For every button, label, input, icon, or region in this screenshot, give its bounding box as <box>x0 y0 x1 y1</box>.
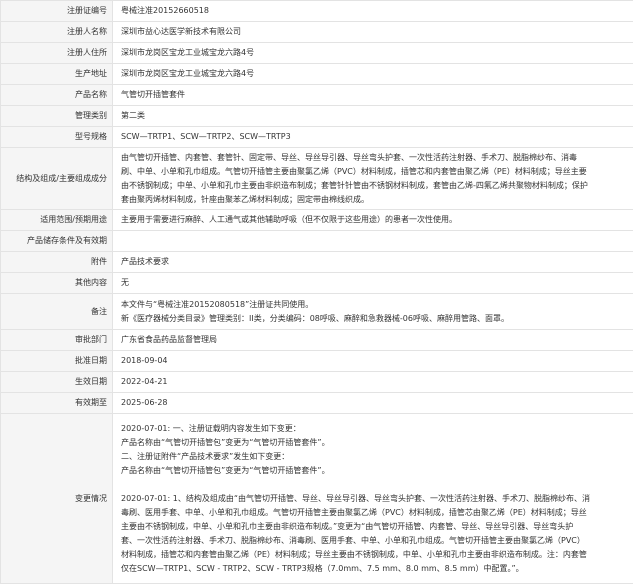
row-registration-number: 注册证编号 粤械注准20152660518 <box>0 0 633 22</box>
row-value: 气管切开插管套件 <box>112 84 633 106</box>
value-line: SCW—TRTP1、SCW—TRTP2、SCW—TRTP3 <box>121 132 291 141</box>
row-label: 适用范围/预期用途 <box>0 209 113 231</box>
row-registrant-name: 注册人名称 深圳市益心达医学新技术有限公司 <box>0 21 633 43</box>
row-label: 审批部门 <box>0 329 113 351</box>
row-intended-use: 适用范围/预期用途 主要用于需要进行麻醉、人工通气或其他辅助呼吸（但不仅限于这些… <box>0 209 633 231</box>
row-value: 广东省食品药品监督管理局 <box>112 329 633 351</box>
row-label: 产品储存条件及有效期 <box>0 230 113 252</box>
value-line: 套、一次性活药注射器、手术刀、脱脂棉纱布、消毒刷、医用手套、中单、小单和孔巾组成… <box>121 535 585 545</box>
row-label: 注册人住所 <box>0 42 113 64</box>
row-storage-validity: 产品储存条件及有效期 <box>0 230 633 252</box>
row-value: 无 <box>112 272 633 294</box>
value-line: 主要由不锈钢制成，中单、小单和孔巾主要由非织造布制成。”变更为“由气管切开插管、… <box>121 521 574 531</box>
row-value: 主要用于需要进行麻醉、人工通气或其他辅助呼吸（但不仅限于这些用途）的患者一次性使… <box>112 209 633 231</box>
row-label: 有效期至 <box>0 392 113 414</box>
row-label: 生效日期 <box>0 371 113 393</box>
value-line: 由气管切开插管、内套管、套管针、固定带、导丝、导丝导引器、导丝弯头护套、一次性活… <box>121 152 577 162</box>
registration-info-body: 注册证编号 粤械注准20152660518 注册人名称 深圳市益心达医学新技术有… <box>0 0 633 584</box>
row-value: 粤械注准20152660518 <box>112 0 633 22</box>
value-line: 主要用于需要进行麻醉、人工通气或其他辅助呼吸（但不仅限于这些用途）的患者一次性使… <box>121 215 457 224</box>
value-line: 2020-07-01: 1、结构及组成由“由气管切开插管、导丝、导丝导引器、导丝… <box>121 493 590 503</box>
row-value: 2022-04-21 <box>112 371 633 393</box>
row-label: 变更情况 <box>0 413 113 584</box>
value-line: 2020-07-01: 一、注册证载明内容发生如下变更： <box>121 423 301 433</box>
value-line: 产品名称由“气管切开插管包”变更为“气管切开插管套件”。 <box>121 465 330 475</box>
row-value: 2020-07-01: 一、注册证载明内容发生如下变更： 产品名称由“气管切开插… <box>112 413 633 584</box>
row-label: 其他内容 <box>0 272 113 294</box>
row-model-spec: 型号规格 SCW—TRTP1、SCW—TRTP2、SCW—TRTP3 <box>0 126 633 148</box>
row-label: 备注 <box>0 293 113 330</box>
value-line: 广东省食品药品监督管理局 <box>121 335 217 344</box>
row-management-category: 管理类别 第二类 <box>0 105 633 127</box>
row-label: 注册证编号 <box>0 0 113 22</box>
row-label: 管理类别 <box>0 105 113 127</box>
row-label: 批准日期 <box>0 350 113 372</box>
row-label: 型号规格 <box>0 126 113 148</box>
row-valid-until: 有效期至 2025-06-28 <box>0 392 633 414</box>
value-line: 2022-04-21 <box>121 377 168 386</box>
row-product-name: 产品名称 气管切开插管套件 <box>0 84 633 106</box>
row-structure-composition: 结构及组成/主要组成成分 由气管切开插管、内套管、套管针、固定带、导丝、导丝导引… <box>0 147 633 210</box>
registration-info-table: 注册证编号 粤械注准20152660518 注册人名称 深圳市益心达医学新技术有… <box>0 0 633 584</box>
row-value: SCW—TRTP1、SCW—TRTP2、SCW—TRTP3 <box>112 126 633 148</box>
row-value <box>112 230 633 252</box>
value-line: 由不锈钢制成；中单、小单和孔巾主要由非织造布制成；套管针针管由不锈钢材料制成，套… <box>121 180 588 190</box>
row-label: 产品名称 <box>0 84 113 106</box>
row-effective-date: 生效日期 2022-04-21 <box>0 371 633 393</box>
value-line: 新《医疗器械分类目录》管理类别：II类，分类编码：08呼吸、麻醉和急救器械-06… <box>121 313 509 323</box>
value-line: 毒刷、医用手套、中单、小单和孔巾组成。气管切开插管主要由聚氯乙烯（PVC）材料制… <box>121 507 587 517</box>
value-line-spacer <box>121 478 627 492</box>
value-line: 产品技术要求 <box>121 257 169 266</box>
row-other-content: 其他内容 无 <box>0 272 633 294</box>
value-line: 深圳市龙岗区宝龙工业城宝龙六路4号 <box>121 69 255 78</box>
row-value: 深圳市龙岗区宝龙工业城宝龙六路4号 <box>112 63 633 85</box>
value-line: 刷、中单、小单和孔巾组成。气管切开插管主要由聚氯乙烯（PVC）材料制成，插管芯和… <box>121 166 587 176</box>
value-line: 产品名称由“气管切开插管包”变更为“气管切开插管套件”。 <box>121 437 330 447</box>
row-remarks: 备注 本文件与“粤械注准20152080518”注册证共同使用。 新《医疗器械分… <box>0 293 633 330</box>
value-line: 2018-09-04 <box>121 356 168 365</box>
row-label: 结构及组成/主要组成成分 <box>0 147 113 210</box>
row-change-history: 变更情况 2020-07-01: 一、注册证载明内容发生如下变更： 产品名称由“… <box>0 413 633 584</box>
value-line: 2025-06-28 <box>121 398 168 407</box>
value-line: 二、注册证附件“产品技术要求”发生如下变更： <box>121 451 290 461</box>
row-value: 由气管切开插管、内套管、套管针、固定带、导丝、导丝导引器、导丝弯头护套、一次性活… <box>112 147 633 210</box>
row-value: 第二类 <box>112 105 633 127</box>
value-line: 本文件与“粤械注准20152080518”注册证共同使用。 <box>121 299 314 309</box>
row-production-address: 生产地址 深圳市龙岗区宝龙工业城宝龙六路4号 <box>0 63 633 85</box>
value-line: 无 <box>121 278 129 287</box>
value-line: 材料制成，插管芯和内套管由聚乙烯（PE）材料制成；导丝主要由不锈钢制成，中单、小… <box>121 549 587 559</box>
value-line: 深圳市益心达医学新技术有限公司 <box>121 27 241 36</box>
row-approval-date: 批准日期 2018-09-04 <box>0 350 633 372</box>
row-label: 注册人名称 <box>0 21 113 43</box>
value-line: 仅在SCW—TRTP1、SCW - TRTP2、SCW - TRTP3规格（7.… <box>121 563 524 573</box>
value-line: 第二类 <box>121 111 145 120</box>
row-value: 深圳市龙岗区宝龙工业城宝龙六路4号 <box>112 42 633 64</box>
value-line: 深圳市龙岗区宝龙工业城宝龙六路4号 <box>121 48 255 57</box>
row-value: 深圳市益心达医学新技术有限公司 <box>112 21 633 43</box>
row-value: 产品技术要求 <box>112 251 633 273</box>
row-approval-department: 审批部门 广东省食品药品监督管理局 <box>0 329 633 351</box>
row-attachment: 附件 产品技术要求 <box>0 251 633 273</box>
row-value: 2018-09-04 <box>112 350 633 372</box>
row-registrant-address: 注册人住所 深圳市龙岗区宝龙工业城宝龙六路4号 <box>0 42 633 64</box>
row-value: 2025-06-28 <box>112 392 633 414</box>
value-line: 气管切开插管套件 <box>121 90 185 99</box>
value-line: 粤械注准20152660518 <box>121 6 209 15</box>
row-label: 附件 <box>0 251 113 273</box>
row-label: 生产地址 <box>0 63 113 85</box>
value-line: 套由聚丙烯材料制成，针座由聚苯乙烯材料制成；固定带由棉线织成。 <box>121 194 369 204</box>
row-value: 本文件与“粤械注准20152080518”注册证共同使用。 新《医疗器械分类目录… <box>112 293 633 330</box>
